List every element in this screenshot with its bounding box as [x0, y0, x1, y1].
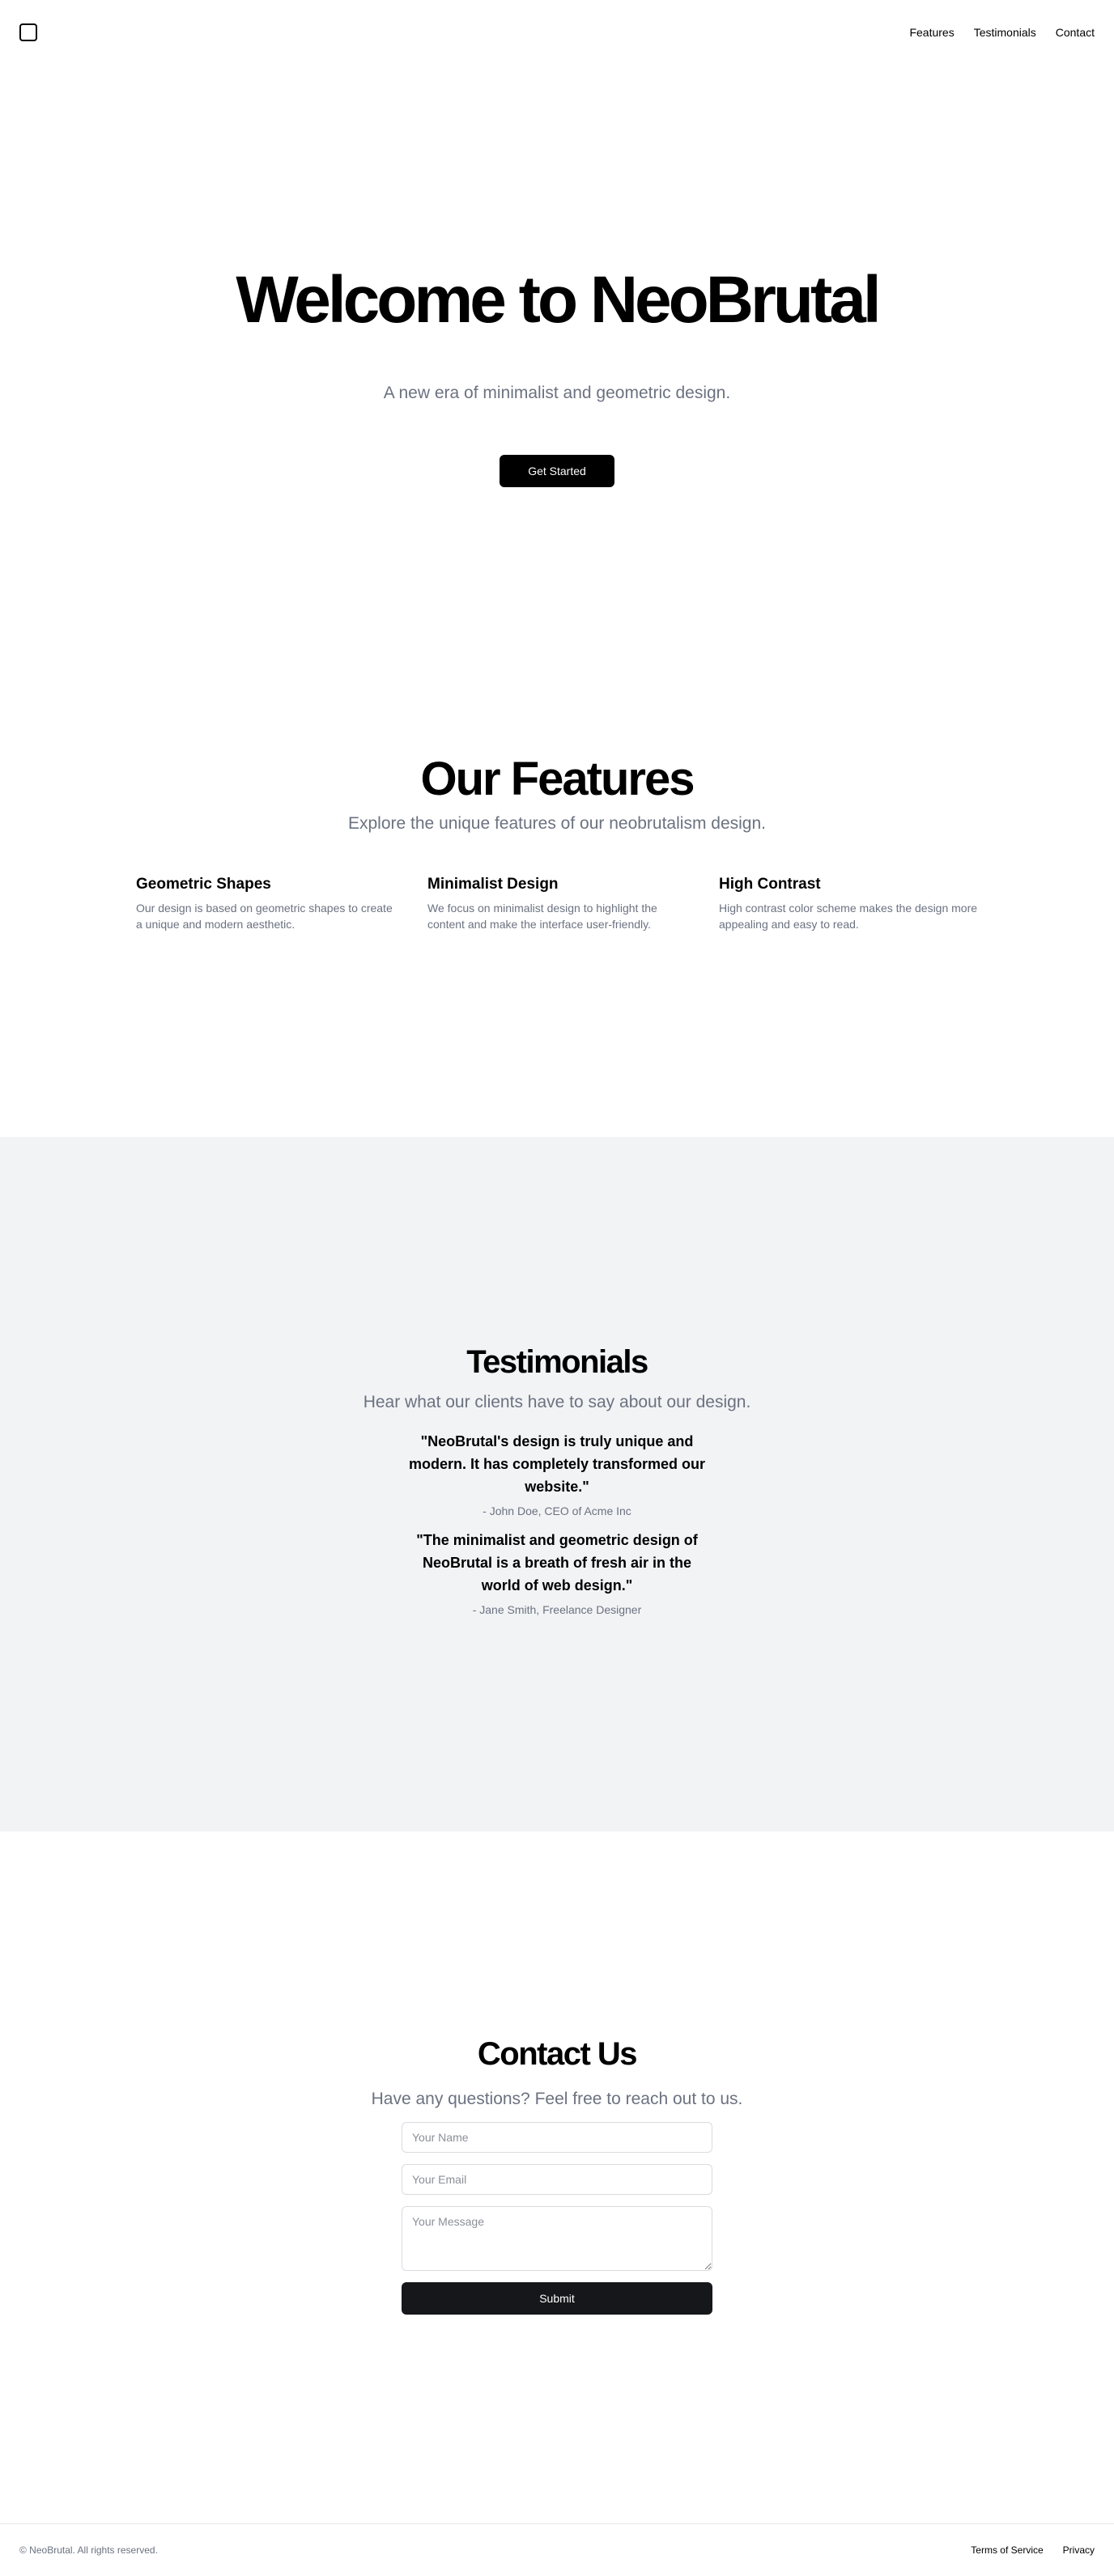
site-footer: © NeoBrutal. All rights reserved. Terms … — [0, 2523, 1114, 2576]
feature-text: High contrast color scheme makes the des… — [719, 902, 978, 931]
get-started-button[interactable]: Get Started — [500, 455, 614, 487]
hero-title: Welcome to NeoBrutal — [236, 263, 881, 337]
square-logo-icon — [19, 23, 37, 41]
testimonials-section: Testimonials Hear what our clients have … — [0, 1137, 1114, 1831]
nav-link-contact[interactable]: Contact — [1056, 26, 1095, 39]
hero-section: Welcome to NeoBrutal A new era of minima… — [0, 65, 1114, 615]
copyright-text: © NeoBrutal. All rights reserved. — [19, 2544, 158, 2556]
nav-link-features[interactable]: Features — [909, 26, 954, 39]
testimonial-item: "The minimalist and geometric design of … — [403, 1529, 711, 1616]
features-title: Our Features — [420, 753, 695, 805]
testimonial-author: - John Doe, CEO of Acme Inc — [483, 1504, 631, 1517]
feature-title: High Contrast — [719, 876, 821, 893]
contact-form: Submit — [402, 2122, 712, 2315]
feature-card: High Contrast High contrast color scheme… — [719, 876, 978, 932]
feature-text: We focus on minimalist design to highlig… — [427, 902, 657, 931]
nav-link-testimonials[interactable]: Testimonials — [974, 26, 1036, 39]
privacy-link[interactable]: Privacy — [1063, 2544, 1095, 2556]
contact-section: Contact Us Have any questions? Feel free… — [0, 1831, 1114, 2523]
features-subtitle: Explore the unique features of our neobr… — [348, 814, 766, 833]
message-field[interactable] — [402, 2206, 712, 2271]
contact-subtitle: Have any questions? Feel free to reach o… — [371, 2090, 743, 2108]
main-nav: Features Testimonials Contact — [909, 26, 1095, 39]
testimonial-quote: "NeoBrutal's design is truly unique and … — [408, 1433, 706, 1495]
email-field[interactable] — [402, 2164, 712, 2195]
testimonial-list: "NeoBrutal's design is truly unique and … — [0, 1430, 1114, 1616]
feature-text: Our design is based on geometric shapes … — [136, 902, 393, 931]
testimonials-subtitle: Hear what our clients have to say about … — [363, 1393, 751, 1411]
site-header: Features Testimonials Contact — [0, 0, 1114, 65]
testimonial-author: - Jane Smith, Freelance Designer — [472, 1603, 642, 1616]
feature-card: Minimalist Design We focus on minimalist… — [427, 876, 687, 932]
feature-card: Geometric Shapes Our design is based on … — [136, 876, 395, 932]
contact-title: Contact Us — [477, 2036, 638, 2072]
testimonial-item: "NeoBrutal's design is truly unique and … — [403, 1430, 711, 1517]
testimonials-title: Testimonials — [466, 1344, 648, 1380]
testimonial-quote: "The minimalist and geometric design of … — [416, 1532, 698, 1594]
terms-link[interactable]: Terms of Service — [971, 2544, 1043, 2556]
footer-nav: Terms of Service Privacy — [971, 2544, 1095, 2556]
name-field[interactable] — [402, 2122, 712, 2153]
logo-link[interactable] — [19, 23, 39, 42]
feature-title: Geometric Shapes — [136, 876, 271, 893]
feature-title: Minimalist Design — [427, 876, 559, 893]
submit-button[interactable]: Submit — [402, 2282, 712, 2315]
hero-subtitle: A new era of minimalist and geometric de… — [383, 384, 731, 402]
features-section: Our Features Explore the unique features… — [0, 615, 1114, 1137]
feature-grid: Geometric Shapes Our design is based on … — [136, 876, 978, 932]
